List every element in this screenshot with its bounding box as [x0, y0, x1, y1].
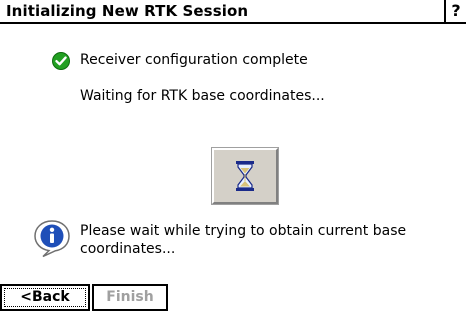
back-button[interactable]: <Back [0, 284, 90, 311]
finish-button[interactable]: Finish [92, 284, 168, 311]
info-message: Please wait while trying to obtain curre… [80, 223, 407, 257]
waiting-status-text: Waiting for RTK base coordinates... [80, 88, 325, 104]
busy-indicator [212, 148, 278, 204]
title-bar: Initializing New RTK Session ? [0, 0, 466, 24]
help-button[interactable]: ? [444, 0, 466, 22]
back-button-label: <Back [4, 288, 86, 307]
check-circle-icon [52, 52, 70, 70]
window-title: Initializing New RTK Session [6, 2, 249, 20]
hourglass-icon [236, 161, 254, 191]
config-complete-text: Receiver configuration complete [80, 52, 308, 68]
rtk-init-dialog: Initializing New RTK Session ? Receiver … [0, 0, 466, 311]
info-balloon-icon [34, 220, 70, 258]
